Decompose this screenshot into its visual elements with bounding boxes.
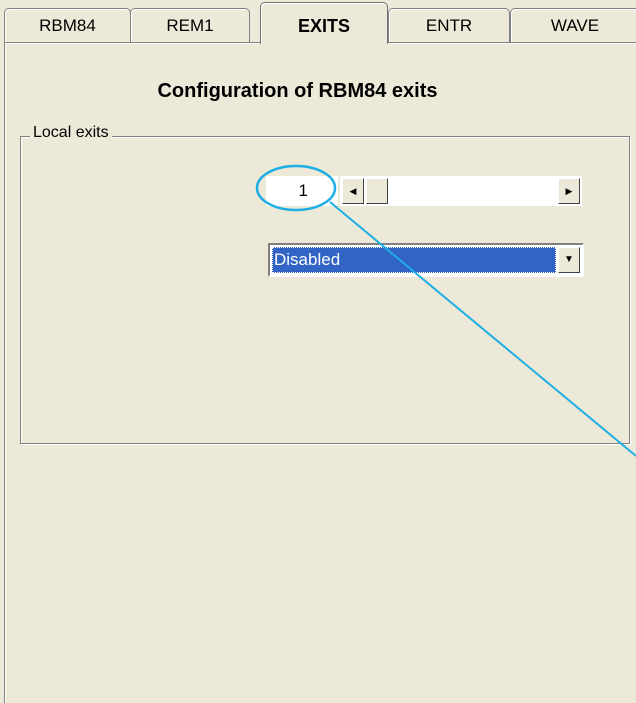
tab-wave[interactable]: WAVE — [510, 8, 636, 42]
tab-label: RBM84 — [39, 16, 96, 35]
scroll-left-button[interactable]: ◀ — [342, 178, 364, 204]
scroll-thumb[interactable] — [366, 178, 388, 204]
scroll-right-button[interactable]: ▶ — [558, 178, 580, 204]
exit-scrollbar[interactable]: ◀ ▶ — [340, 176, 582, 206]
page-title: Configuration of RBM84 exits — [157, 80, 438, 102]
tab-entr[interactable]: ENTR — [388, 8, 510, 42]
tab-rbm84[interactable]: RBM84 — [4, 8, 131, 42]
chevron-down-icon: ▼ — [564, 254, 574, 265]
tab-exits[interactable]: EXITS — [260, 2, 388, 44]
tab-rem1[interactable]: REM1 — [130, 8, 250, 42]
exit-number-display: 1 — [266, 176, 338, 206]
tab-label: ENTR — [425, 16, 473, 35]
tab-label: WAVE — [550, 16, 600, 35]
triangle-left-icon: ◀ — [349, 186, 357, 196]
tab-label: REM1 — [166, 16, 214, 35]
exit-mode-select[interactable]: Disabled ▼ — [268, 243, 584, 277]
dropdown-button[interactable]: ▼ — [558, 247, 580, 273]
tab-label: EXITS — [297, 16, 350, 36]
triangle-right-icon: ▶ — [565, 186, 573, 196]
group-label: Local exits — [30, 124, 112, 142]
exit-mode-value: Disabled — [272, 247, 556, 273]
tab-strip: RBM84 REM1 EXITS ENTR WAVE — [0, 0, 636, 44]
